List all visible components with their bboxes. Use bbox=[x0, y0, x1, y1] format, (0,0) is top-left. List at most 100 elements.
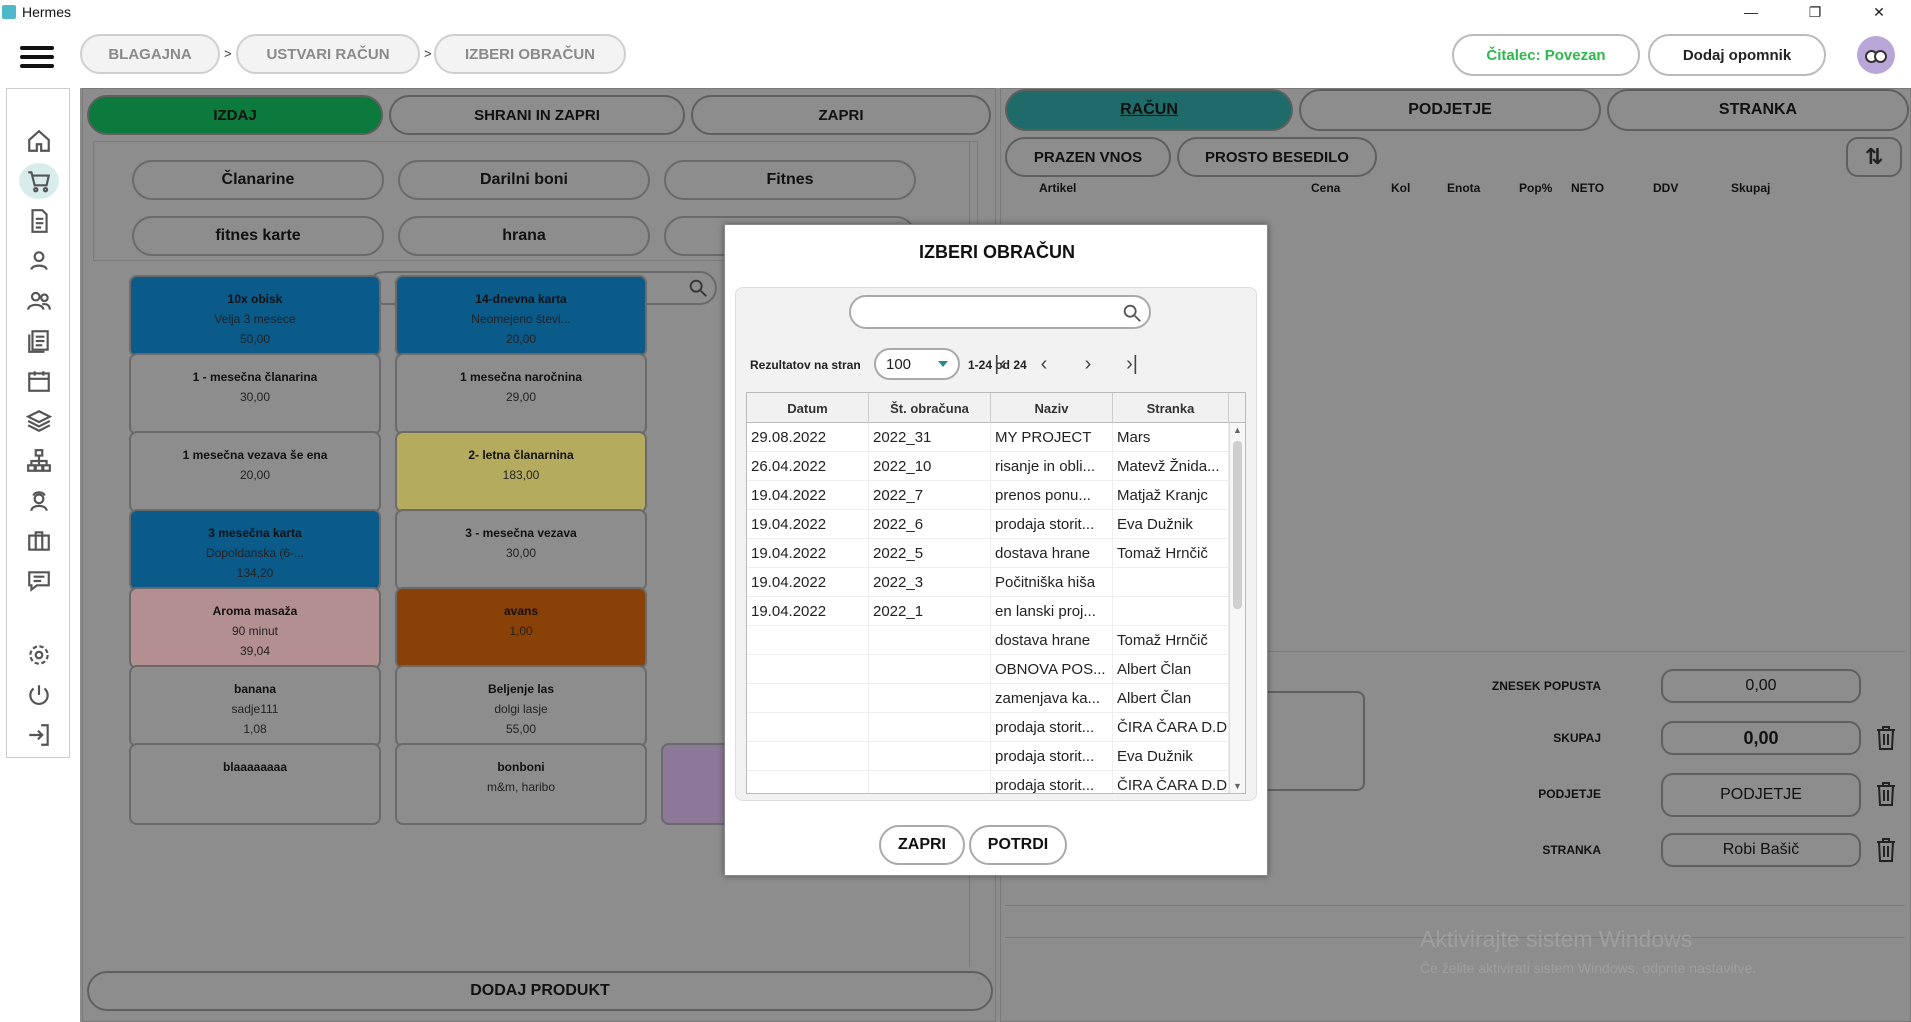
column-naziv[interactable]: Naziv bbox=[991, 393, 1113, 423]
product-tile[interactable]: 3 mesečna karta Dopoldanska (6-... 134,20 bbox=[129, 509, 381, 591]
column-datum[interactable]: Datum bbox=[747, 393, 869, 423]
cell-naziv: OBNOVA POS... bbox=[991, 655, 1113, 684]
dialog-close-button[interactable]: ZAPRI bbox=[879, 825, 965, 865]
free-text-button[interactable]: PROSTO BESEDILO bbox=[1177, 137, 1377, 177]
category-hrana[interactable]: hrana bbox=[398, 216, 650, 256]
breadcrumb-ustvari-racun[interactable]: USTVARI RAČUN bbox=[236, 34, 420, 74]
home-icon[interactable] bbox=[19, 123, 59, 159]
product-tile[interactable]: Beljenje las dolgi lasje 55,00 bbox=[395, 665, 647, 747]
table-row[interactable]: 26.04.2022 2022_10 risanje in obli... Matev… bbox=[747, 452, 1245, 481]
cell-st-obracuna: 2022_5 bbox=[869, 539, 991, 568]
rows-per-page-select[interactable]: 100 bbox=[874, 348, 960, 380]
product-tile[interactable]: 1 mesečna naročnina 29,00 bbox=[395, 353, 647, 435]
table-row[interactable]: 19.04.2022 2022_6 prodaja storit... Eva Duž… bbox=[747, 510, 1245, 539]
category-fitnes-karte[interactable]: fitnes karte bbox=[132, 216, 384, 256]
category-clanarine[interactable]: Članarine bbox=[132, 160, 384, 200]
network-icon[interactable] bbox=[19, 443, 59, 479]
user-icon[interactable] bbox=[19, 243, 59, 279]
product-tile[interactable]: bonboni m&m, haribo bbox=[395, 743, 647, 825]
calendar-icon[interactable] bbox=[19, 363, 59, 399]
add-reminder-button[interactable]: Dodaj opomnik bbox=[1648, 34, 1826, 76]
table-row[interactable]: prodaja storit... ČIRA ČARA D.D. bbox=[747, 771, 1245, 793]
discount-field[interactable]: 0,00 bbox=[1661, 669, 1861, 703]
worker-icon[interactable] bbox=[19, 483, 59, 519]
table-row[interactable]: dostava hrane Tomaž Hrnčič bbox=[747, 626, 1245, 655]
table-row[interactable]: prodaja storit... Eva Dužnik bbox=[747, 742, 1245, 771]
scroll-up-icon[interactable]: ▲ bbox=[1233, 425, 1242, 435]
dialog-search-input[interactable] bbox=[849, 295, 1151, 329]
company-field[interactable]: PODJETJE bbox=[1661, 773, 1861, 817]
avatar[interactable] bbox=[1857, 36, 1895, 74]
select-invoice-dialog: IZBERI OBRAČUN Rezultatov na stran 100 1… bbox=[724, 224, 1268, 876]
minimize-button[interactable]: — bbox=[1719, 0, 1783, 24]
chat-icon[interactable] bbox=[19, 563, 59, 599]
product-price: 50,00 bbox=[239, 332, 271, 346]
product-tile[interactable]: 1 mesečna vezava še ena 20,00 bbox=[129, 431, 381, 513]
reader-status-button[interactable]: Čitalec: Povezan bbox=[1452, 34, 1640, 76]
table-row[interactable]: prodaja storit... ČIRA ČARA D.D. bbox=[747, 713, 1245, 742]
product-tile[interactable]: 10x obisk Velja 3 mesece 50,00 bbox=[129, 275, 381, 357]
hamburger-menu-icon[interactable] bbox=[20, 46, 54, 68]
sort-icon[interactable]: ⇅ bbox=[1846, 137, 1902, 177]
tab-podjetje[interactable]: PODJETJE bbox=[1299, 89, 1601, 131]
scrollbar-thumb[interactable] bbox=[1233, 441, 1242, 609]
product-tile[interactable]: avans 1,00 bbox=[395, 587, 647, 669]
product-tile[interactable]: 1 - mesečna članarina 30,00 bbox=[129, 353, 381, 435]
cart-icon[interactable] bbox=[19, 163, 59, 199]
trash-icon[interactable] bbox=[1875, 781, 1897, 807]
client-field[interactable]: Robi Bašič bbox=[1661, 833, 1861, 867]
product-name: avans bbox=[503, 604, 539, 618]
cell-stranka: ČIRA ČARA D.D. bbox=[1113, 771, 1229, 793]
table-row[interactable]: zamenjava ka... Albert Član bbox=[747, 684, 1245, 713]
restore-button[interactable]: ❐ bbox=[1783, 0, 1847, 24]
cell-datum bbox=[747, 655, 869, 684]
product-tile[interactable]: Aroma masaža 90 minut 39,04 bbox=[129, 587, 381, 669]
document-icon[interactable] bbox=[19, 203, 59, 239]
column-stranka[interactable]: Stranka bbox=[1113, 393, 1229, 423]
table-row[interactable]: 19.04.2022 2022_5 dostava hrane Tomaž Hrnči… bbox=[747, 539, 1245, 568]
empty-entry-button[interactable]: PRAZEN VNOS bbox=[1005, 137, 1171, 177]
category-darilni-boni[interactable]: Darilni boni bbox=[398, 160, 650, 200]
table-row[interactable]: 29.08.2022 2022_31 MY PROJECT Mars bbox=[747, 423, 1245, 452]
close-window-button[interactable]: ✕ bbox=[1847, 0, 1911, 24]
window-title: Hermes bbox=[22, 4, 72, 20]
add-product-button[interactable]: DODAJ PRODUKT bbox=[87, 971, 993, 1011]
issue-button[interactable]: IZDAJ bbox=[87, 95, 383, 135]
table-row[interactable]: OBNOVA POS... Albert Član bbox=[747, 655, 1245, 684]
category-fitnes[interactable]: Fitnes bbox=[664, 160, 916, 200]
product-tile[interactable]: banana sadje111 1,08 bbox=[129, 665, 381, 747]
table-scrollbar[interactable]: ▲ ▼ bbox=[1229, 423, 1245, 793]
briefcase-icon[interactable] bbox=[19, 523, 59, 559]
tab-stranka[interactable]: STRANKA bbox=[1607, 89, 1909, 131]
cell-stranka: Tomaž Hrnčič bbox=[1113, 626, 1229, 655]
first-page-button[interactable]: |‹ bbox=[982, 348, 1018, 380]
close-button[interactable]: ZAPRI bbox=[691, 95, 991, 135]
tab-racun[interactable]: RAČUN bbox=[1005, 89, 1293, 131]
dialog-confirm-button[interactable]: POTRDI bbox=[969, 825, 1067, 865]
table-row[interactable]: 19.04.2022 2022_1 en lanski proj... bbox=[747, 597, 1245, 626]
layers-icon[interactable] bbox=[19, 403, 59, 439]
breadcrumb-blagajna[interactable]: BLAGAJNA bbox=[80, 34, 220, 74]
product-tile[interactable]: blaaaaaaaa bbox=[129, 743, 381, 825]
power-icon[interactable] bbox=[19, 677, 59, 713]
trash-icon[interactable] bbox=[1875, 725, 1897, 751]
logout-icon[interactable] bbox=[19, 717, 59, 753]
trash-icon[interactable] bbox=[1875, 837, 1897, 863]
next-page-button[interactable]: › bbox=[1070, 348, 1106, 380]
table-row[interactable]: 19.04.2022 2022_7 prenos ponu... Matjaž Kra… bbox=[747, 481, 1245, 510]
scroll-down-icon[interactable]: ▼ bbox=[1233, 781, 1242, 791]
column-st-obracuna[interactable]: Št. obračuna bbox=[869, 393, 991, 423]
settings-gear-icon[interactable] bbox=[19, 637, 59, 673]
breadcrumb-izberi-obracun[interactable]: IZBERI OBRAČUN bbox=[434, 34, 626, 74]
product-tile[interactable]: 14-dnevna karta Neomejeno števi... 20,00 bbox=[395, 275, 647, 357]
prev-page-button[interactable]: ‹ bbox=[1026, 348, 1062, 380]
product-tile[interactable]: 3 - mesečna vezava 30,00 bbox=[395, 509, 647, 591]
users-icon[interactable] bbox=[19, 283, 59, 319]
last-page-button[interactable]: ›| bbox=[1114, 348, 1150, 380]
table-row[interactable]: 19.04.2022 2022_3 Počitniška hiša bbox=[747, 568, 1245, 597]
save-and-close-button[interactable]: SHRANI IN ZAPRI bbox=[389, 95, 685, 135]
product-tile[interactable]: 2- letna članarnina 183,00 bbox=[395, 431, 647, 513]
app-header: BLAGAJNA > USTVARI RAČUN > IZBERI OBRAČU… bbox=[0, 24, 1911, 88]
documents-icon[interactable] bbox=[19, 323, 59, 359]
note-box[interactable] bbox=[1261, 691, 1365, 791]
